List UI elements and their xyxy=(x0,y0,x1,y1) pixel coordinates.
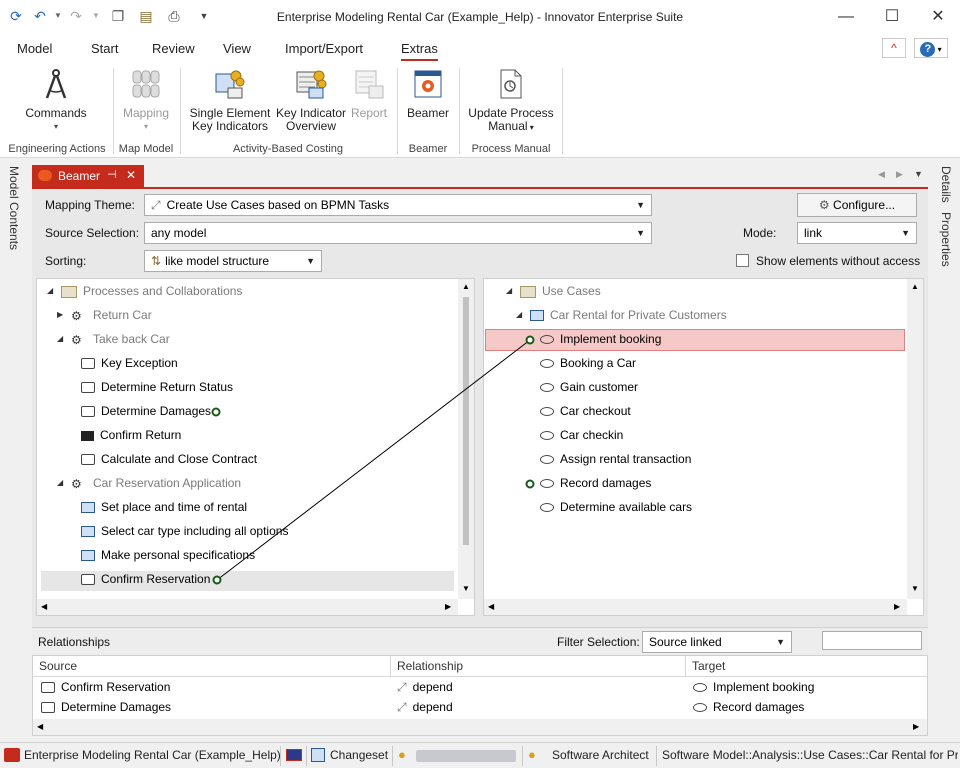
relationships-table: Source Relationship Target Confirm Reser… xyxy=(32,655,928,736)
status-model[interactable]: Enterprise Modeling Rental Car (Example_… xyxy=(24,748,281,762)
table-row[interactable]: Confirm Reservation ⤢ depend Implement bo… xyxy=(33,677,927,697)
table-row[interactable]: Determine Damages ⤢ depend Record damages xyxy=(33,697,927,717)
relationships-header: Relationships Filter Selection: Source l… xyxy=(32,627,928,655)
filter-selection-select[interactable]: Source linked ▼ xyxy=(642,631,792,653)
scroll-right-icon[interactable]: ▶ xyxy=(913,722,919,731)
scroll-left-icon[interactable]: ◀ xyxy=(37,722,43,731)
depend-arrow-icon: ⤢ xyxy=(397,680,407,694)
relationships-title: Relationships xyxy=(38,635,111,649)
row-target: Record damages xyxy=(713,700,805,714)
column-relationship[interactable]: Relationship xyxy=(391,656,686,676)
horizontal-scrollbar[interactable]: ◀ ▶ xyxy=(33,719,927,735)
depend-arrow-icon: ⤢ xyxy=(397,700,407,714)
role-icon: ● xyxy=(528,747,536,762)
link-line xyxy=(216,339,531,581)
status-changeset[interactable]: Changeset xyxy=(330,748,388,762)
status-separator xyxy=(522,746,523,766)
status-separator xyxy=(656,746,657,766)
use-case-icon xyxy=(693,683,707,693)
status-separator xyxy=(392,746,393,766)
status-path: Software Model::Analysis::Use Cases::Car… xyxy=(662,748,958,762)
status-role[interactable]: Software Architect xyxy=(552,748,649,762)
changeset-icon xyxy=(311,748,325,762)
column-source[interactable]: Source xyxy=(33,656,391,676)
row-target: Implement booking xyxy=(713,680,815,694)
filter-search-input[interactable] xyxy=(822,631,922,650)
filter-selection-label: Filter Selection: xyxy=(557,635,640,649)
language-flag-icon[interactable] xyxy=(286,749,302,761)
status-bar: Enterprise Modeling Rental Car (Example_… xyxy=(0,742,960,768)
row-relationship: depend xyxy=(412,680,453,694)
user-name-redacted xyxy=(416,750,516,762)
column-target[interactable]: Target xyxy=(686,656,927,676)
user-icon: ● xyxy=(398,747,406,762)
status-separator xyxy=(306,746,307,766)
task-icon xyxy=(41,682,55,694)
model-icon xyxy=(4,748,20,762)
task-icon xyxy=(41,702,55,714)
status-separator xyxy=(280,746,281,766)
row-source: Determine Damages xyxy=(61,700,172,714)
row-relationship: depend xyxy=(412,700,453,714)
link-anchor[interactable] xyxy=(211,407,221,417)
row-source: Confirm Reservation xyxy=(61,680,171,694)
link-anchor[interactable] xyxy=(525,335,535,345)
link-anchor[interactable] xyxy=(212,575,222,585)
chevron-down-icon: ▼ xyxy=(776,637,785,647)
link-anchor[interactable] xyxy=(525,479,535,489)
use-case-icon xyxy=(693,703,707,713)
filter-selection-value: Source linked xyxy=(649,635,722,649)
